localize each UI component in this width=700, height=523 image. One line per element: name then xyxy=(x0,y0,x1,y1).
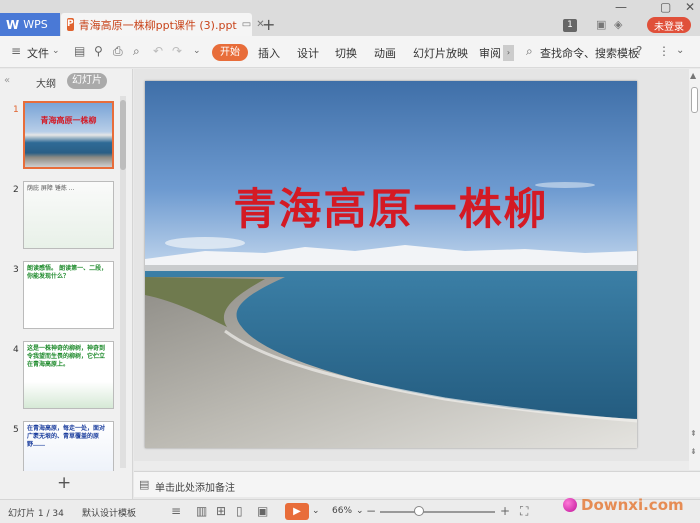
menu-icon[interactable]: ≡ xyxy=(11,44,21,58)
tab-start[interactable]: 开始 xyxy=(212,44,248,61)
tab-slides[interactable]: 幻灯片 xyxy=(67,73,107,89)
tab-outline[interactable]: 大纲 xyxy=(36,75,56,90)
slide-preview-text: 朗读感悟。 朗读第一、二段，你能发现什么？ xyxy=(27,265,108,280)
scrollbar-thumb[interactable] xyxy=(120,100,126,170)
notes-toggle-icon[interactable]: ≡ xyxy=(171,504,181,518)
document-tab-title: 青海高原一株柳ppt课件 (3).ppt xyxy=(78,18,237,32)
watermark: Downxi.com xyxy=(563,496,684,514)
print-icon[interactable]: ⎙ xyxy=(113,44,123,59)
file-menu[interactable]: 文件 xyxy=(27,45,49,61)
slide-counter: 幻灯片 1 / 34 xyxy=(8,509,64,519)
slide-preview-text: 荫庇 屏障 锤炼 ... xyxy=(27,185,75,192)
skin-icon[interactable]: ▣ xyxy=(596,18,606,31)
new-tab-button[interactable]: + xyxy=(262,15,275,34)
ppt-file-icon: P xyxy=(67,18,74,31)
play-options-icon[interactable]: ⌄ xyxy=(312,506,320,516)
fit-window-icon[interactable]: ⛶ xyxy=(520,504,528,519)
page-count-badge[interactable]: 1 xyxy=(563,19,577,32)
login-label: 未登录 xyxy=(654,21,684,33)
vertical-scrollbar[interactable]: ▲ ⇞ ⇟ xyxy=(689,69,700,470)
slide-number: 1 xyxy=(13,105,19,115)
reading-view-icon[interactable]: ▯ xyxy=(236,504,243,518)
collapse-panel-icon[interactable]: « xyxy=(4,75,10,86)
zoom-in-icon[interactable]: + xyxy=(500,504,510,518)
page-down-icon[interactable]: ⇟ xyxy=(690,447,697,456)
slide-preview[interactable]: 朗读感悟。 朗读第一、二段，你能发现什么？ xyxy=(23,261,114,329)
slide-sorter-icon[interactable]: ⊞ xyxy=(216,504,226,518)
tab-animation[interactable]: 动画 xyxy=(374,45,396,61)
slide-preview-text: 这是一株神奇的柳树，神奇到令我望而生畏的柳树，它伫立在青海高原上。 xyxy=(27,345,106,368)
save-icon[interactable]: ▤ xyxy=(74,44,85,58)
thumbnail-scrollbar[interactable] xyxy=(120,96,126,468)
slide-preview-text: 在青海高原，每走一处，面对广袤无垠的、青草覆盖的原野…… xyxy=(27,425,106,448)
minimize-icon[interactable]: — xyxy=(615,0,627,14)
notes-icon: ▤ xyxy=(139,478,150,491)
slide-background-image xyxy=(145,81,637,448)
zoom-slider[interactable] xyxy=(380,511,495,513)
document-tab[interactable]: P 青海高原一株柳ppt课件 (3).ppt ▭ ✕ xyxy=(61,13,265,36)
maximize-icon[interactable]: ▢ xyxy=(660,0,671,14)
presenter-view-icon[interactable]: ▣ xyxy=(257,504,268,518)
watermark-text: Downxi.com xyxy=(581,496,684,514)
slide-number: 3 xyxy=(13,265,19,275)
tab-transition[interactable]: 切换 xyxy=(335,45,357,61)
zoom-options-icon[interactable]: ⌄ xyxy=(356,506,364,516)
watermark-logo-icon xyxy=(563,498,577,512)
close-window-icon[interactable]: ✕ xyxy=(685,0,695,14)
zoom-slider-handle[interactable] xyxy=(414,506,424,516)
wps-logo-icon: W xyxy=(6,17,20,32)
tab-slideshow[interactable]: 幻灯片放映 xyxy=(413,45,468,61)
tab-start-label: 开始 xyxy=(220,47,240,58)
notes-pane[interactable]: ▤ 单击此处添加备注 xyxy=(134,471,700,497)
tab-review[interactable]: 审阅 xyxy=(479,45,501,61)
slide-thumbnail-list: 1 青海高原一株柳 2 荫庇 屏障 锤炼 ... 3 朗读感悟。 朗读第一、二段… xyxy=(0,93,126,471)
undo-icon[interactable]: ↶ xyxy=(153,44,163,58)
tab-design[interactable]: 设计 xyxy=(297,45,319,61)
slide-title[interactable]: 青海高原一株柳 xyxy=(145,175,637,237)
zoom-out-icon[interactable]: − xyxy=(366,504,376,518)
slide-number: 5 xyxy=(13,425,19,435)
scrollbar-thumb[interactable] xyxy=(691,87,698,113)
template-name[interactable]: 默认设计模板 xyxy=(82,506,136,519)
ribbon-toolbar: ≡ 文件 ⌄ ▤ ⚲ ⎙ ⌕ ↶ ↷ ⌄ 开始 插入 设计 切换 动画 幻灯片放… xyxy=(0,36,700,68)
ribbon-scroll-right-icon[interactable]: › xyxy=(503,45,514,61)
notes-placeholder[interactable]: 单击此处添加备注 xyxy=(155,479,235,494)
format-painter-icon[interactable]: ⚲ xyxy=(94,44,103,58)
view-tabs: « 大纲 幻灯片 xyxy=(0,69,133,91)
slide-preview[interactable]: 荫庇 屏障 锤炼 ... xyxy=(23,181,114,249)
more-icon[interactable]: ⌄ xyxy=(193,46,201,56)
wps-home-tab[interactable]: W WPS xyxy=(0,13,60,36)
collapse-ribbon-icon[interactable]: ⌄ xyxy=(676,45,684,56)
print-preview-icon[interactable]: ⌕ xyxy=(133,44,140,59)
command-search-input[interactable]: 查找命令、搜索模板 xyxy=(540,45,639,61)
tab-window-icon[interactable]: ▭ xyxy=(242,19,251,30)
add-slide-button[interactable]: + xyxy=(57,473,71,493)
tab-insert[interactable]: 插入 xyxy=(258,45,280,61)
slide-preview[interactable]: 在青海高原，每走一处，面对广袤无垠的、青草覆盖的原野…… xyxy=(23,421,114,471)
slide-editor-canvas: 青海高原一株柳 xyxy=(134,69,689,461)
scroll-up-icon[interactable]: ▲ xyxy=(690,71,696,80)
slide-preview[interactable]: 青海高原一株柳 xyxy=(23,101,114,169)
horizontal-scrollbar[interactable] xyxy=(134,461,689,470)
play-slideshow-button[interactable]: ▶ xyxy=(285,503,309,520)
login-button[interactable]: 未登录 xyxy=(647,17,691,33)
current-slide[interactable]: 青海高原一株柳 xyxy=(145,81,637,448)
redo-icon[interactable]: ↷ xyxy=(172,44,182,58)
zoom-level[interactable]: 66% xyxy=(332,506,352,516)
page-up-icon[interactable]: ⇞ xyxy=(690,429,697,438)
slide-preview[interactable]: 这是一株神奇的柳树，神奇到令我望而生畏的柳树，它伫立在青海高原上。 xyxy=(23,341,114,409)
wps-home-label: WPS xyxy=(23,18,48,31)
slide-number: 2 xyxy=(13,185,19,195)
tab-slides-label: 幻灯片 xyxy=(72,75,102,86)
chevron-down-icon[interactable]: ⌄ xyxy=(52,46,60,56)
slide-panel: « 大纲 幻灯片 1 青海高原一株柳 2 荫庇 屏障 锤炼 ... 3 朗读感悟… xyxy=(0,69,133,499)
normal-view-icon[interactable]: ▥ xyxy=(196,504,207,518)
slide-preview-text: 青海高原一株柳 xyxy=(40,116,97,125)
shirt-icon[interactable]: ◈ xyxy=(614,18,622,31)
title-bar: W WPS P 青海高原一株柳ppt课件 (3).ppt ▭ ✕ + — ▢ ✕… xyxy=(0,0,700,36)
more-options-icon[interactable]: ⋮ xyxy=(658,44,670,58)
slide-number: 4 xyxy=(13,345,19,355)
search-icon[interactable]: ⌕ xyxy=(526,44,533,59)
help-icon[interactable]: ? xyxy=(636,44,642,58)
